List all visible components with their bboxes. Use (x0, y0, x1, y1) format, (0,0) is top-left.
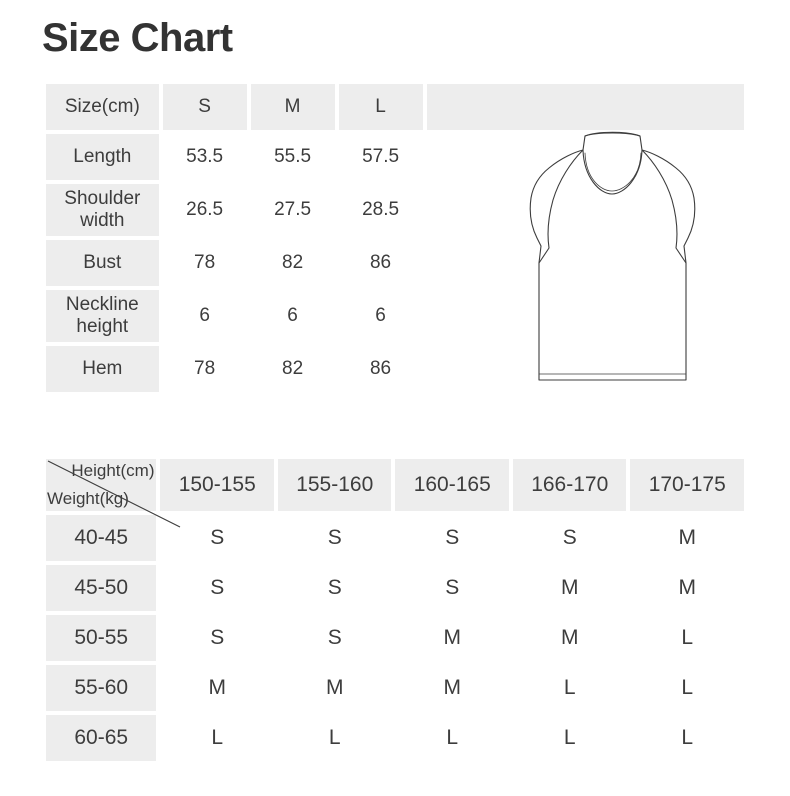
bust-m: 82 (250, 240, 335, 286)
height-range-150-155: 150-155 (160, 459, 274, 511)
fit-60-65-160-165: L (395, 715, 509, 761)
measurement-header-size-l: L (338, 84, 423, 130)
fit-60-65-150-155: L (160, 715, 274, 761)
hem-m: 82 (250, 346, 335, 392)
height-range-166-170: 166-170 (512, 459, 627, 511)
neckline-height-l: 6 (338, 290, 423, 342)
fit-55-60-155-160: M (277, 665, 392, 711)
fit-55-60-166-170: L (512, 665, 627, 711)
table-header-row: Size(cm) S M L (46, 84, 744, 130)
fit-40-45-155-160: S (277, 515, 392, 561)
measurement-header-spacer (426, 84, 744, 130)
table-row: 50-55 S S M M L (46, 615, 744, 661)
neckline-height-s: 6 (162, 290, 247, 342)
row-label-length: Length (46, 134, 159, 180)
measurement-header-size-s: S (162, 84, 247, 130)
fit-60-65-166-170: L (512, 715, 627, 761)
fit-50-55-160-165: M (395, 615, 509, 661)
size-chart-page: Size Chart Size(cm) S M L Length 53.5 55… (0, 0, 790, 796)
measurement-header-size-m: M (250, 84, 335, 130)
fit-40-45-160-165: S (395, 515, 509, 561)
fit-50-55-155-160: S (277, 615, 392, 661)
fit-45-50-170-175: M (630, 565, 744, 611)
fit-55-60-150-155: M (160, 665, 274, 711)
fit-40-45-150-155: S (160, 515, 274, 561)
length-m: 55.5 (250, 134, 335, 180)
hem-l: 86 (338, 346, 423, 392)
fit-55-60-160-165: M (395, 665, 509, 711)
row-label-hem: Hem (46, 346, 159, 392)
height-range-170-175: 170-175 (630, 459, 744, 511)
weight-range-40-45: 40-45 (46, 515, 157, 561)
weight-range-55-60: 55-60 (46, 665, 157, 711)
fit-60-65-170-175: L (630, 715, 744, 761)
fit-50-55-150-155: S (160, 615, 274, 661)
shoulder-width-l: 28.5 (338, 184, 423, 236)
bust-l: 86 (338, 240, 423, 286)
table-row: 40-45 S S S S M (46, 515, 744, 561)
fit-45-50-166-170: M (512, 565, 627, 611)
hem-s: 78 (162, 346, 247, 392)
weight-range-45-50: 45-50 (46, 565, 157, 611)
fit-40-45-170-175: M (630, 515, 744, 561)
table-row: 55-60 M M M L L (46, 665, 744, 711)
row-label-shoulder-width: Shoulder width (46, 184, 159, 236)
sleeveless-mock-neck-top-illustration (529, 131, 696, 381)
fit-table-corner-header: Height(cm) Weight(kg) (46, 459, 181, 528)
height-axis-label: Height(cm) (71, 461, 155, 480)
fit-header-row: Height(cm) Weight(kg) 150-155 155-160 16… (46, 459, 744, 528)
fit-50-55-166-170: M (512, 615, 627, 661)
fit-45-50-160-165: S (395, 565, 509, 611)
shoulder-width-s: 26.5 (162, 184, 247, 236)
height-range-160-165: 160-165 (395, 459, 509, 511)
shoulder-width-m: 27.5 (250, 184, 335, 236)
row-label-bust: Bust (46, 240, 159, 286)
bust-s: 78 (162, 240, 247, 286)
table-row: 45-50 S S S M M (46, 565, 744, 611)
table-row: 60-65 L L L L L (46, 715, 744, 761)
page-title: Size Chart (42, 16, 233, 60)
weight-axis-label: Weight(kg) (47, 489, 129, 508)
fit-55-60-170-175: L (630, 665, 744, 711)
fit-recommendation-table: Height(cm) Weight(kg) 150-155 155-160 16… (42, 455, 748, 765)
measurement-header-label: Size(cm) (46, 84, 159, 130)
length-s: 53.5 (162, 134, 247, 180)
neckline-height-m: 6 (250, 290, 335, 342)
fit-60-65-155-160: L (277, 715, 392, 761)
row-label-neckline-height: Neckline height (46, 290, 159, 342)
fit-45-50-155-160: S (277, 565, 392, 611)
length-l: 57.5 (338, 134, 423, 180)
fit-45-50-150-155: S (160, 565, 274, 611)
weight-range-50-55: 50-55 (46, 615, 157, 661)
weight-range-60-65: 60-65 (46, 715, 157, 761)
height-range-155-160: 155-160 (277, 459, 392, 511)
fit-40-45-166-170: S (512, 515, 627, 561)
fit-50-55-170-175: L (630, 615, 744, 661)
